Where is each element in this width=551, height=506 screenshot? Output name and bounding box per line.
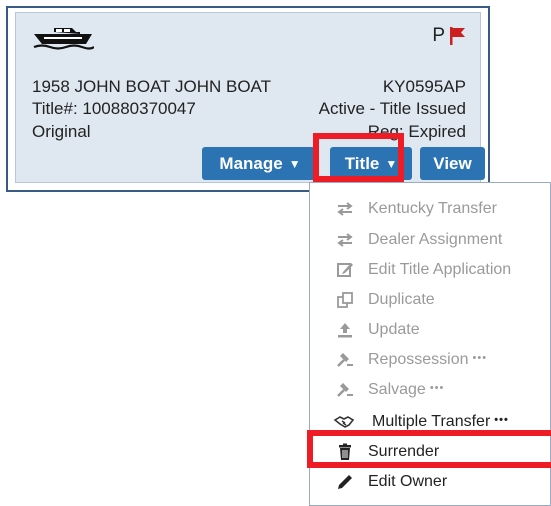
menu-item-label: Edit Owner [368,473,448,490]
pencil-icon [338,475,352,489]
menu-item-repossession[interactable]: Repossession ••• [310,346,550,374]
menu-item-salvage[interactable]: Salvage ••• [310,376,550,404]
manage-button-label: Manage [219,154,283,173]
gavel-icon [337,383,353,397]
upload-icon [338,323,352,338]
title-button-highlight [313,133,404,182]
boat-icon [33,28,94,50]
title-status: Active - Title Issued [318,99,466,118]
flag-icon [450,27,465,45]
menu-item-label: Dealer Assignment [368,231,503,248]
menu-item-label: Repossession ••• [368,351,488,368]
edit-icon [337,263,353,277]
title-type: Original [32,122,91,141]
menu-item-edit-title-application[interactable]: Edit Title Application [310,256,550,284]
registration-number: KY0595AP [382,77,466,96]
transfer-icon [337,233,353,247]
vehicle-card-body: P 1958 JOHN BOAT JOHN BOAT Title#: 10088… [15,12,485,183]
title-number: Title#: 100880370047 [32,99,196,118]
menu-item-dealer-assignment[interactable]: Dealer Assignment [310,226,550,254]
menu-item-label: Duplicate [368,291,435,308]
transfer-icon [337,202,353,216]
menu-item-edit-owner[interactable]: Edit Owner [310,468,550,496]
flag-letter: P [432,25,445,46]
menu-item-update[interactable]: Update [310,316,550,344]
view-button[interactable]: View [420,147,485,180]
gavel-icon [337,353,353,367]
caret-down-icon: ▼ [288,157,301,171]
vehicle-card: P 1958 JOHN BOAT JOHN BOAT Title#: 10088… [6,6,490,192]
view-button-label: View [433,154,472,173]
menu-item-duplicate[interactable]: Duplicate [310,286,550,314]
handshake-icon [333,416,355,428]
menu-item-label: Edit Title Application [368,261,512,278]
menu-item-label: Update [368,321,420,338]
copy-icon [337,292,353,308]
menu-item-kentucky-transfer[interactable]: Kentucky Transfer [310,195,550,223]
menu-item-label: Salvage ••• [368,381,445,398]
vehicle-description: 1958 JOHN BOAT JOHN BOAT [32,77,272,96]
manage-button[interactable]: Manage ▼ [202,147,318,180]
surrender-highlight [307,430,551,468]
menu-item-label: Kentucky Transfer [368,200,497,217]
